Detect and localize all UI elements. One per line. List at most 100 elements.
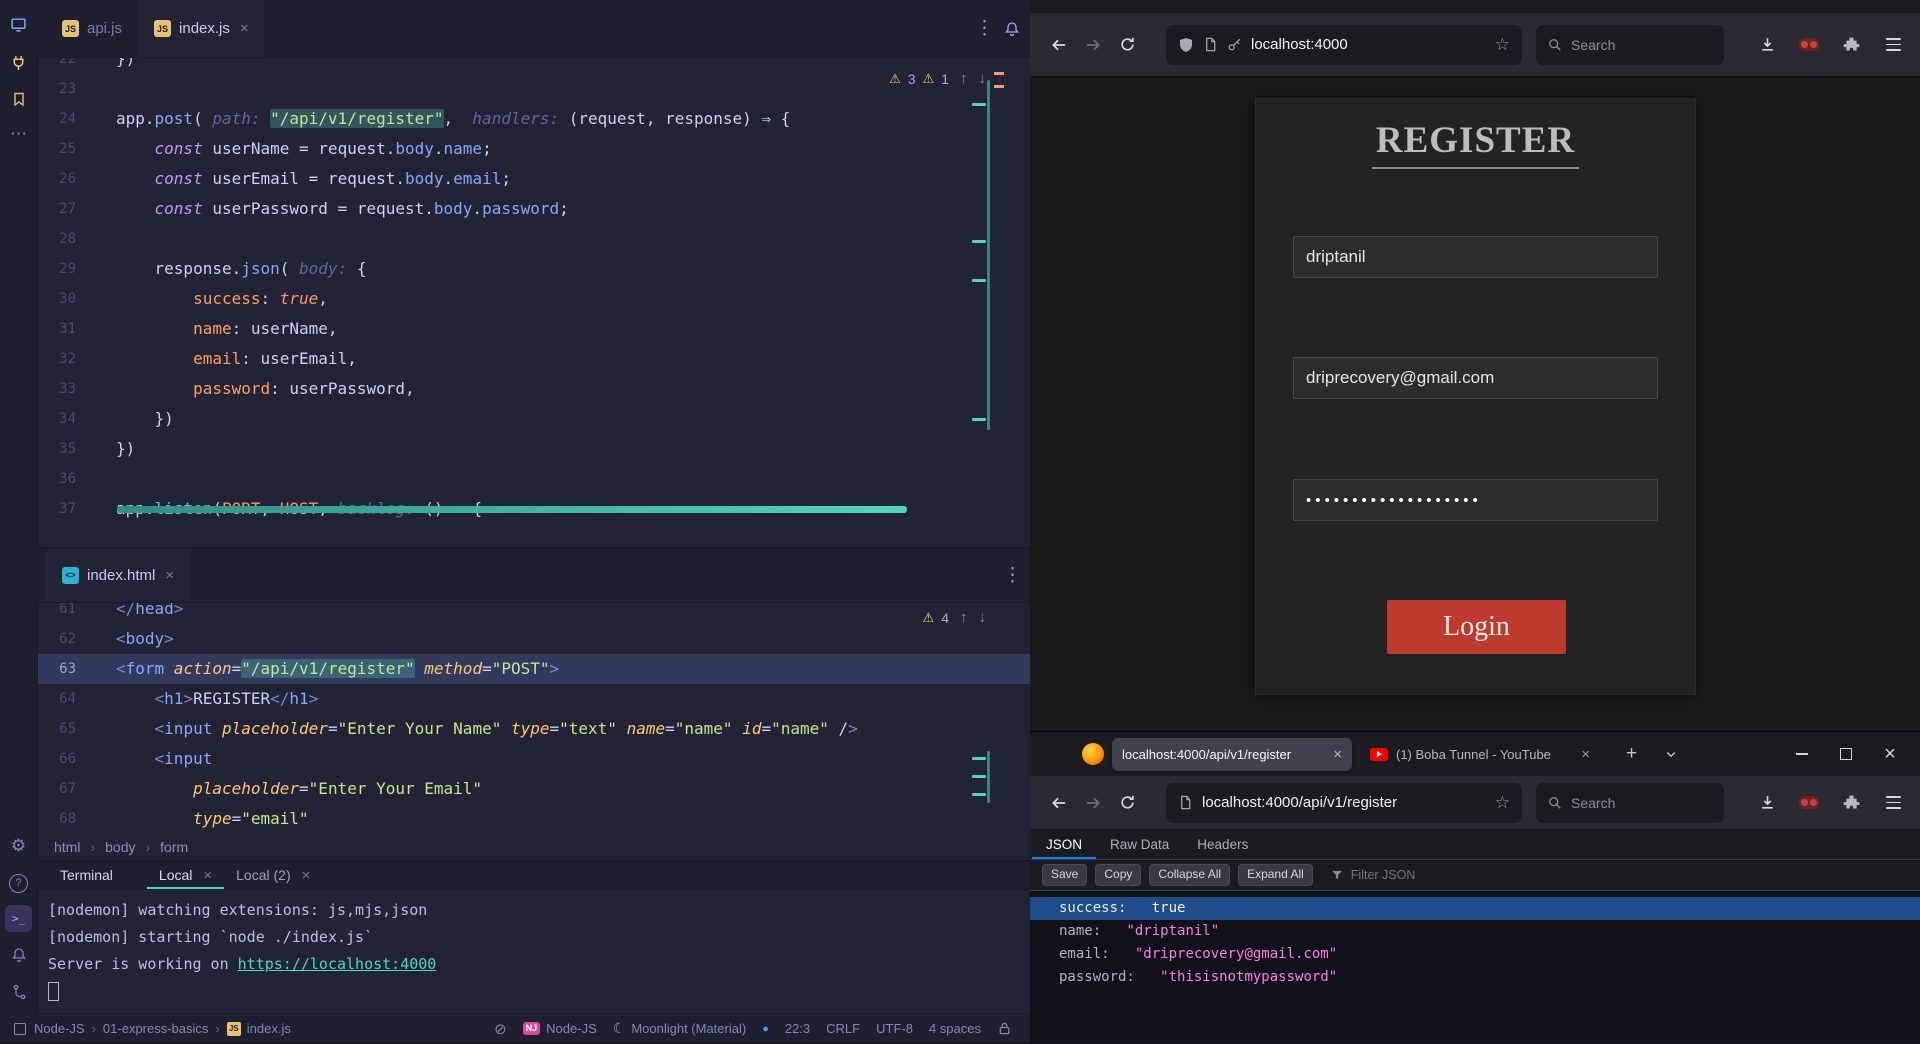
prev-warning-arrow[interactable]: ↑: [960, 609, 968, 626]
extensions-puzzle-icon[interactable]: [1836, 30, 1866, 60]
code-line-35[interactable]: 35}): [38, 434, 1030, 464]
bookmark-star-icon[interactable]: ☆: [1495, 793, 1510, 813]
tab-register-api[interactable]: localhost:4000/api/v1/register ×: [1112, 738, 1352, 771]
url-bar[interactable]: localhost:4000 ☆: [1166, 25, 1522, 65]
expand-all-button[interactable]: Expand All: [1238, 864, 1313, 886]
window-maximize-button[interactable]: [1824, 737, 1868, 771]
code-line-67[interactable]: 67 placeholder="Enter Your Email": [38, 774, 1030, 804]
status-line-separator[interactable]: CRLF: [826, 1021, 860, 1036]
monitor-icon[interactable]: [0, 8, 37, 40]
extensions-puzzle-icon[interactable]: [1836, 788, 1866, 818]
tab-index-js[interactable]: JS index.js ×: [138, 0, 265, 57]
status-encoding[interactable]: UTF-8: [876, 1021, 913, 1036]
save-button[interactable]: Save: [1042, 864, 1087, 886]
code-line-25[interactable]: 25 const userName = request.body.name;: [38, 134, 1030, 164]
code-line-23[interactable]: 23: [38, 74, 1030, 104]
collapse-all-button[interactable]: Collapse All: [1149, 864, 1230, 886]
tab-close-icon[interactable]: ×: [1333, 746, 1342, 763]
more-tool-windows-icon[interactable]: ⋯: [0, 118, 37, 150]
warning-stripe-mark[interactable]: [994, 85, 1004, 88]
lock-icon[interactable]: [997, 1021, 1012, 1036]
tab-close-icon[interactable]: ×: [165, 567, 174, 584]
code-line-26[interactable]: 26 const userEmail = request.body.email;: [38, 164, 1030, 194]
code-line-62[interactable]: 62<body>: [38, 624, 1030, 654]
git-branch-icon[interactable]: [0, 976, 37, 1008]
code-line-32[interactable]: 32 email: userEmail,: [38, 344, 1030, 374]
terminal-tool-icon[interactable]: >_: [0, 902, 37, 934]
status-caret-position[interactable]: 22:3: [785, 1021, 810, 1036]
prev-warning-arrow[interactable]: ↑: [960, 70, 968, 87]
page-icon[interactable]: [1203, 37, 1218, 52]
key-icon[interactable]: [1227, 37, 1242, 52]
terminal-tab-local-2[interactable]: Local (2) ×: [224, 861, 322, 889]
tab-close-icon[interactable]: ×: [203, 867, 212, 884]
bookmark-star-icon[interactable]: ☆: [1495, 35, 1510, 55]
extension-goggles-icon[interactable]: [1794, 30, 1824, 60]
copy-button[interactable]: Copy: [1095, 864, 1141, 886]
code-line-65[interactable]: 65 <input placeholder="Enter Your Name" …: [38, 714, 1030, 744]
menu-hamburger-icon[interactable]: [1878, 30, 1908, 60]
search-box[interactable]: Search: [1536, 25, 1724, 65]
code-line-34[interactable]: 34 }): [38, 404, 1030, 434]
highlighting-level-icon[interactable]: ⊘: [494, 1020, 507, 1038]
code-line-29[interactable]: 29 response.json( body: {: [38, 254, 1030, 284]
code-line-22[interactable]: 22}): [38, 58, 1030, 74]
tab-index-html[interactable]: <> index.html ×: [46, 548, 190, 602]
json-entry-email[interactable]: email: "driprecovery@gmail.com": [1030, 943, 1920, 966]
code-line-33[interactable]: 33 password: userPassword,: [38, 374, 1030, 404]
forward-button[interactable]: [1076, 28, 1110, 62]
editor-options-kebab-icon[interactable]: ⋮: [967, 17, 1002, 40]
code-editor-index-html[interactable]: 61</head>62<body>63<form action="/api/v1…: [38, 603, 1030, 833]
search-box[interactable]: Search: [1536, 783, 1724, 823]
devtools-tab-json[interactable]: JSON: [1032, 830, 1096, 859]
url-text[interactable]: localhost:4000/api/v1/register: [1202, 794, 1486, 811]
extension-goggles-icon[interactable]: [1794, 788, 1824, 818]
download-icon[interactable]: [1752, 788, 1782, 818]
devtools-tab-headers[interactable]: Headers: [1183, 830, 1262, 859]
tab-close-icon[interactable]: ×: [240, 20, 249, 37]
code-line-31[interactable]: 31 name: userName,: [38, 314, 1030, 344]
inspections-widget[interactable]: ⚠3 ⚠1 ↑ ↓: [889, 70, 986, 87]
tab-list-chevron-icon[interactable]: [1665, 748, 1677, 760]
new-tab-button[interactable]: +: [1626, 743, 1637, 765]
json-entry-success[interactable]: success: true: [1030, 897, 1920, 920]
ide-notifications-bell-icon[interactable]: [1002, 21, 1030, 37]
login-button[interactable]: Login: [1387, 600, 1566, 654]
status-indent[interactable]: 4 spaces: [929, 1021, 981, 1036]
breadcrumb-body[interactable]: body: [105, 839, 135, 855]
code-line-64[interactable]: 64 <h1>REGISTER</h1>: [38, 684, 1030, 714]
code-line-68[interactable]: 68 type="email": [38, 804, 1030, 833]
tab-api-js[interactable]: JS api.js: [46, 0, 138, 57]
tab-close-icon[interactable]: ×: [302, 867, 311, 884]
name-input[interactable]: [1293, 236, 1658, 278]
url-text[interactable]: localhost:4000: [1251, 36, 1486, 53]
firefox-icon[interactable]: [1082, 743, 1104, 765]
code-line-27[interactable]: 27 const userPassword = request.body.pas…: [38, 194, 1030, 224]
code-line-28[interactable]: 28: [38, 224, 1030, 254]
tab-youtube[interactable]: (1) Boba Tunnel - YouTube ×: [1360, 738, 1600, 771]
next-warning-arrow[interactable]: ↓: [979, 70, 987, 87]
status-theme[interactable]: ☾Moonlight (Material): [613, 1020, 746, 1037]
editor-scrollbar-thumb[interactable]: [987, 80, 990, 430]
forward-button[interactable]: [1076, 786, 1110, 820]
editor-scrollbar-thumb[interactable]: [987, 751, 990, 803]
status-project[interactable]: Node-JS: [34, 1021, 85, 1036]
code-line-36[interactable]: 36: [38, 464, 1030, 494]
help-icon[interactable]: ?: [0, 867, 37, 899]
settings-gear-icon[interactable]: ⚙: [0, 830, 37, 862]
reload-button[interactable]: [1110, 786, 1144, 820]
server-url-link[interactable]: https://localhost:4000: [238, 955, 437, 973]
code-line-30[interactable]: 30 success: true,: [38, 284, 1030, 314]
back-button[interactable]: [1042, 28, 1076, 62]
code-line-24[interactable]: 24app.post( path: "/api/v1/register", ha…: [38, 104, 1030, 134]
breadcrumb-html[interactable]: html: [54, 839, 80, 855]
json-entry-password[interactable]: password: "thisisnotmypassword": [1030, 966, 1920, 989]
inspections-widget[interactable]: ⚠4 ↑ ↓: [923, 609, 986, 626]
terminal-output[interactable]: [nodemon] watching extensions: js,mjs,js…: [38, 890, 1030, 1013]
bookmarks-icon[interactable]: [0, 83, 37, 115]
code-line-63[interactable]: 63<form action="/api/v1/register" method…: [38, 654, 1030, 684]
download-icon[interactable]: [1752, 30, 1782, 60]
filter-json-input[interactable]: [1349, 867, 1473, 883]
tab-close-icon[interactable]: ×: [1581, 746, 1590, 763]
plug-icon[interactable]: [0, 46, 37, 78]
